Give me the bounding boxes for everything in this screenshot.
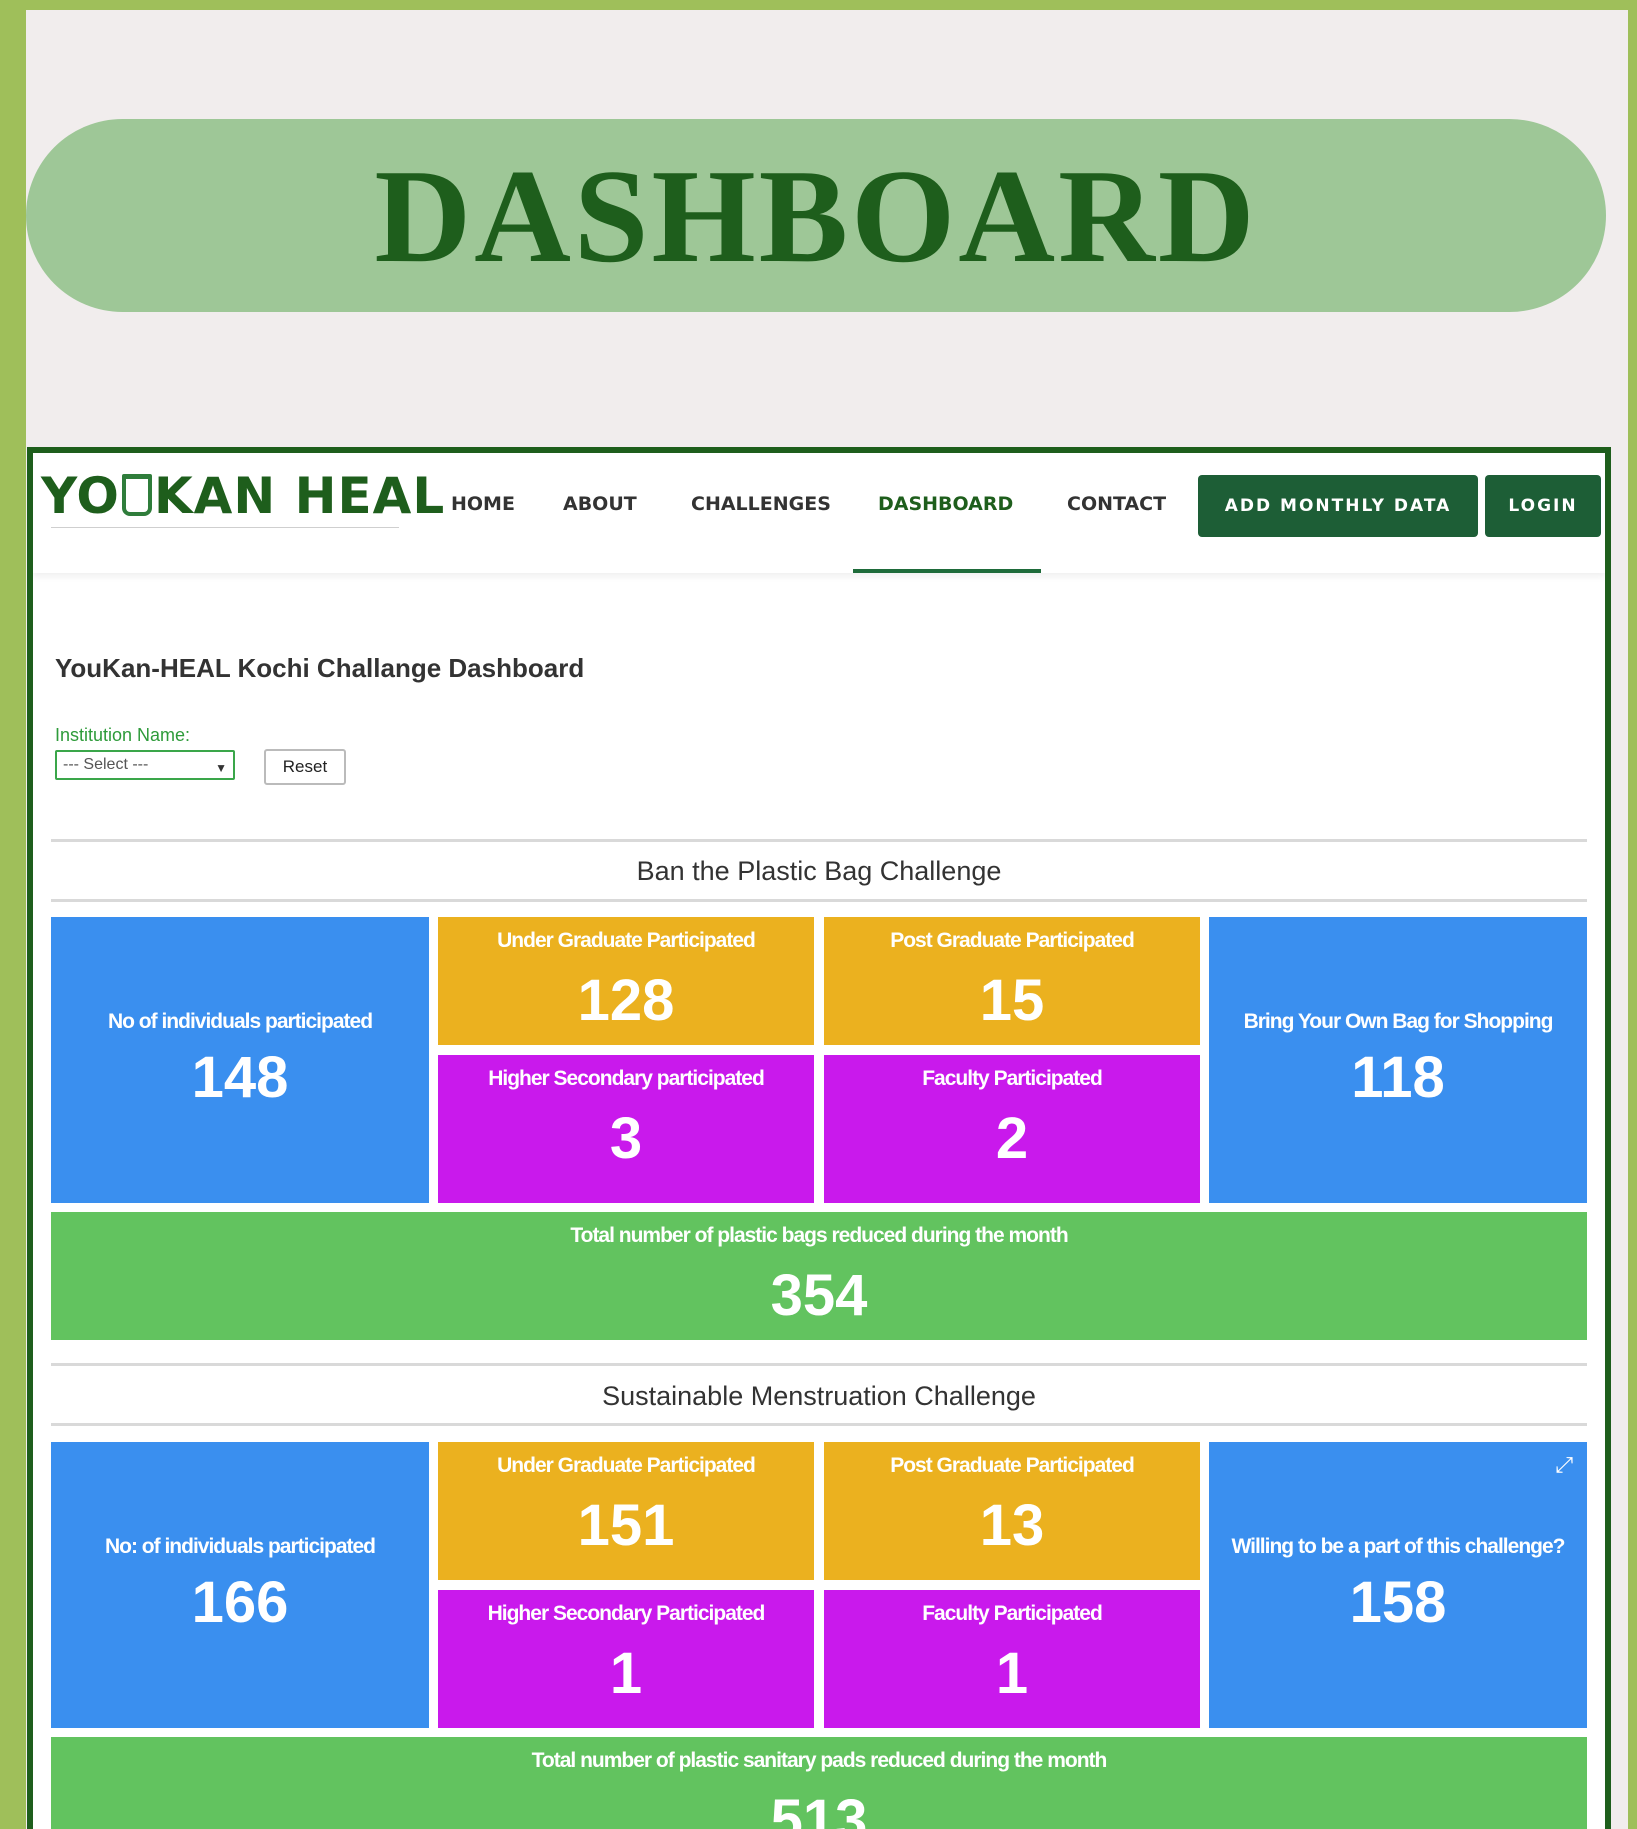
tile-label: Post Graduate Participated <box>890 1454 1135 1477</box>
higher-secondary-tile: Higher Secondary participated 3 <box>438 1055 814 1203</box>
logo-text-right: KAN HE <box>153 467 373 525</box>
institution-filter-label: Institution Name: <box>55 725 191 745</box>
tile-label: Higher Secondary Participated <box>487 1602 766 1625</box>
logo-underline <box>51 527 399 528</box>
tile-value: 13 <box>979 1493 1045 1558</box>
nav-challenges[interactable]: CHALLENGES <box>691 493 831 515</box>
faculty-tile: Faculty Participated 2 <box>824 1055 1200 1203</box>
institution-select[interactable]: --- Select --- ▼ <box>55 750 235 780</box>
tile-label: No of individuals participated <box>107 1009 373 1033</box>
poster-title-banner: DASHBOARD <box>26 119 1606 312</box>
nav-dashboard[interactable]: DASHBOARD <box>878 493 1013 515</box>
tile-label: Faculty Participated <box>922 1067 1103 1090</box>
nav-contact[interactable]: CONTACT <box>1067 493 1166 515</box>
page-title: YouKan-HEAL Kochi Challange Dashboard <box>55 653 585 683</box>
tile-label: Total number of plastic sanitary pads re… <box>531 1749 1108 1772</box>
tile-label: No: of individuals participated <box>104 1534 376 1558</box>
logo-text-tail: AL <box>372 467 446 525</box>
individuals-tile: No of individuals participated 148 <box>51 917 429 1203</box>
total-reduced-tile: Total number of plastic bags reduced dur… <box>51 1212 1587 1340</box>
divider <box>51 899 1587 902</box>
login-button[interactable]: LOGIN <box>1485 475 1601 537</box>
divider <box>51 1363 1587 1366</box>
individuals-tile: No: of individuals participated 166 <box>51 1442 429 1728</box>
tile-value: 148 <box>191 1044 289 1110</box>
tile-label: Total number of plastic bags reduced dur… <box>570 1224 1068 1247</box>
tile-value: 2 <box>995 1106 1029 1171</box>
section-heading: Ban the Plastic Bag Challenge <box>636 856 1002 886</box>
bring-own-bag-tile: Bring Your Own Bag for Shopping 118 <box>1209 917 1587 1203</box>
tile-label: Willing to be a part of this challenge? <box>1231 1534 1565 1558</box>
website-screenshot: YO KAN HE AL HOME ABOUT CHALLENGES DASHBO… <box>27 447 1611 1829</box>
nav-active-indicator <box>853 569 1041 573</box>
tile-label: Higher Secondary participated <box>488 1067 765 1090</box>
add-monthly-data-button[interactable]: ADD MONTHLY DATA <box>1198 475 1478 537</box>
section-heading: Sustainable Menstruation Challenge <box>602 1381 1036 1411</box>
tile-value: 158 <box>1349 1569 1447 1635</box>
tile-value: 1 <box>995 1641 1029 1706</box>
cup-icon <box>121 474 152 516</box>
postgraduate-tile: Post Graduate Participated 15 <box>824 917 1200 1045</box>
higher-secondary-tile: Higher Secondary Participated 1 <box>438 1590 814 1728</box>
divider <box>51 839 1587 842</box>
site-logo[interactable]: YO KAN HE AL <box>41 467 445 525</box>
tile-value: 513 <box>770 1788 868 1829</box>
poster: DASHBOARD YO KAN HE AL HOME ABOUT CHALLEN… <box>26 10 1628 1829</box>
tile-value: 151 <box>577 1493 675 1558</box>
expand-icon[interactable]: ⤢ <box>1555 1452 1573 1478</box>
navbar: YO KAN HE AL HOME ABOUT CHALLENGES DASHBO… <box>33 453 1605 573</box>
faculty-tile: Faculty Participated 1 <box>824 1590 1200 1728</box>
poster-title: DASHBOARD <box>374 141 1258 290</box>
tile-label: Under Graduate Participated <box>497 1454 756 1477</box>
postgraduate-tile: Post Graduate Participated 13 <box>824 1442 1200 1580</box>
undergraduate-tile: Under Graduate Participated 128 <box>438 917 814 1045</box>
tile-value: 118 <box>1351 1044 1445 1110</box>
tile-label: Post Graduate Participated <box>890 929 1135 952</box>
tile-value: 128 <box>577 968 675 1033</box>
tile-value: 1 <box>609 1641 643 1706</box>
tile-label: Faculty Participated <box>922 1602 1103 1625</box>
tile-label: Under Graduate Participated <box>497 929 756 952</box>
chevron-down-icon: ▼ <box>215 761 227 775</box>
institution-select-value: --- Select --- <box>63 756 149 773</box>
nav-about[interactable]: ABOUT <box>563 493 637 515</box>
willing-participate-tile: ⤢ Willing to be a part of this challenge… <box>1209 1442 1587 1728</box>
nav-home[interactable]: HOME <box>451 493 515 515</box>
tile-label: Bring Your Own Bag for Shopping <box>1243 1009 1554 1033</box>
tile-value: 15 <box>979 968 1045 1033</box>
total-reduced-tile: Total number of plastic sanitary pads re… <box>51 1737 1587 1829</box>
tile-value: 354 <box>770 1263 868 1328</box>
tile-value: 166 <box>191 1569 289 1635</box>
logo-text-left: YO <box>41 467 120 525</box>
undergraduate-tile: Under Graduate Participated 151 <box>438 1442 814 1580</box>
divider <box>51 1423 1587 1426</box>
tile-value: 3 <box>609 1106 643 1171</box>
reset-button[interactable]: Reset <box>264 749 346 785</box>
